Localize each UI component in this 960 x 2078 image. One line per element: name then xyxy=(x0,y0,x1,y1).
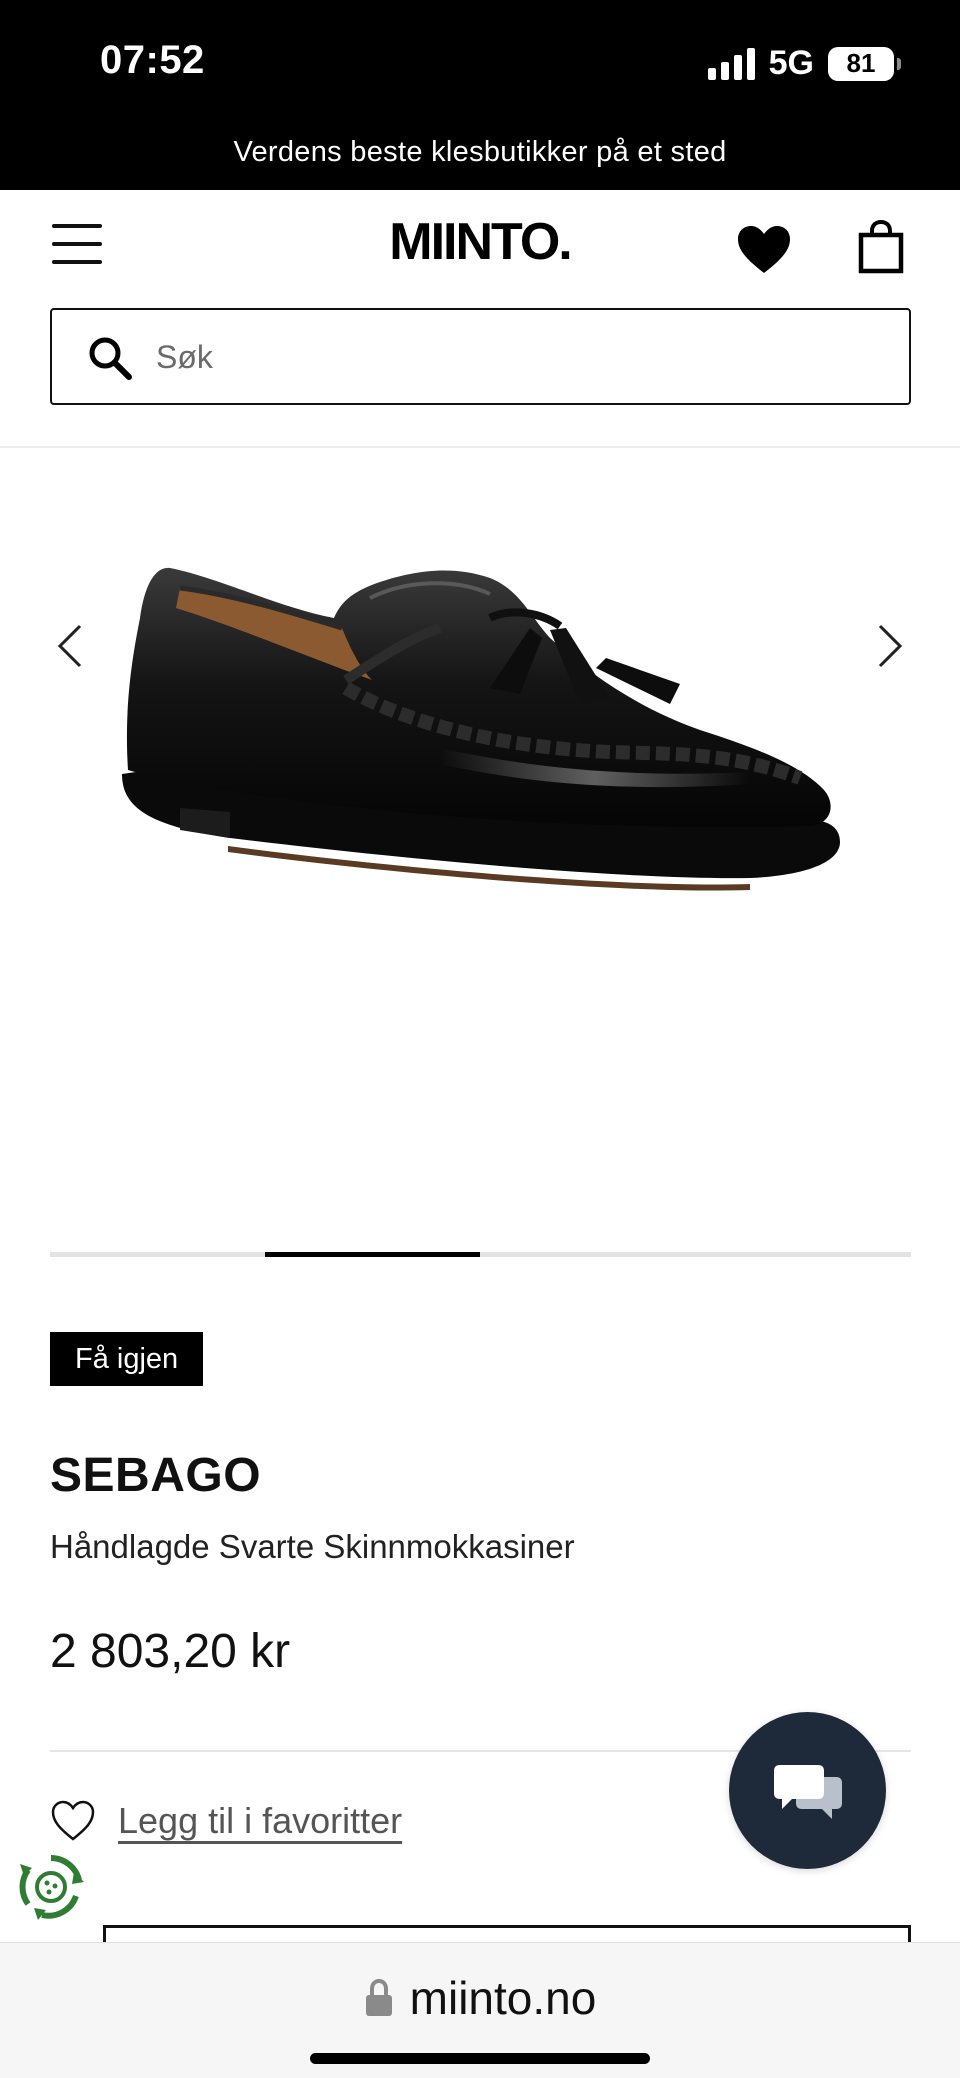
search-box[interactable] xyxy=(50,308,911,405)
status-bar: 07:52 5G 81 xyxy=(0,0,960,130)
product-price: 2 803,20 kr xyxy=(50,1625,291,1678)
loafer-shoe-image[interactable] xyxy=(110,508,850,908)
battery-icon: 81 xyxy=(828,46,901,81)
site-header: MIINTO. xyxy=(0,190,960,302)
shopping-bag-icon[interactable] xyxy=(858,219,904,274)
favorites-heart-icon[interactable] xyxy=(736,224,792,276)
battery-level: 81 xyxy=(846,48,876,78)
status-indicators: 5G 81 xyxy=(707,44,901,83)
add-to-favorites-button[interactable]: Legg til i favoritter xyxy=(50,1796,402,1846)
search-input[interactable] xyxy=(156,330,876,384)
cookie-settings-icon[interactable] xyxy=(16,1852,86,1922)
add-to-favorites-label: Legg til i favoritter xyxy=(118,1800,403,1841)
chevron-left-icon[interactable] xyxy=(50,618,90,674)
address-bar[interactable]: miinto.no xyxy=(0,1971,960,2025)
chat-bubbles-icon xyxy=(773,1764,842,1819)
promo-banner: Verdens beste klesbutikker på et sted xyxy=(0,130,960,190)
gallery-progress-indicator xyxy=(265,1252,480,1257)
browser-bar: miinto.no xyxy=(0,1942,960,2078)
lock-icon xyxy=(365,1978,392,2016)
product-gallery[interactable] xyxy=(0,448,960,1248)
heart-outline-icon xyxy=(51,1800,95,1841)
logo[interactable]: MIINTO. xyxy=(0,212,960,272)
chevron-right-icon[interactable] xyxy=(870,618,910,674)
network-type: 5G xyxy=(768,44,814,82)
cashback-badge: Få igjen xyxy=(50,1332,204,1386)
signal-icon xyxy=(707,47,755,80)
home-indicator[interactable] xyxy=(310,2053,650,2064)
gallery-progress xyxy=(50,1252,911,1257)
url-text: miinto.no xyxy=(409,1972,597,2024)
search-icon xyxy=(89,337,132,380)
product-name: Håndlagde Svarte Skinnmokkasiner xyxy=(50,1528,575,1565)
status-time: 07:52 xyxy=(100,38,205,82)
product-brand[interactable]: SEBAGO xyxy=(50,1448,261,1503)
chat-button[interactable] xyxy=(729,1712,886,1869)
